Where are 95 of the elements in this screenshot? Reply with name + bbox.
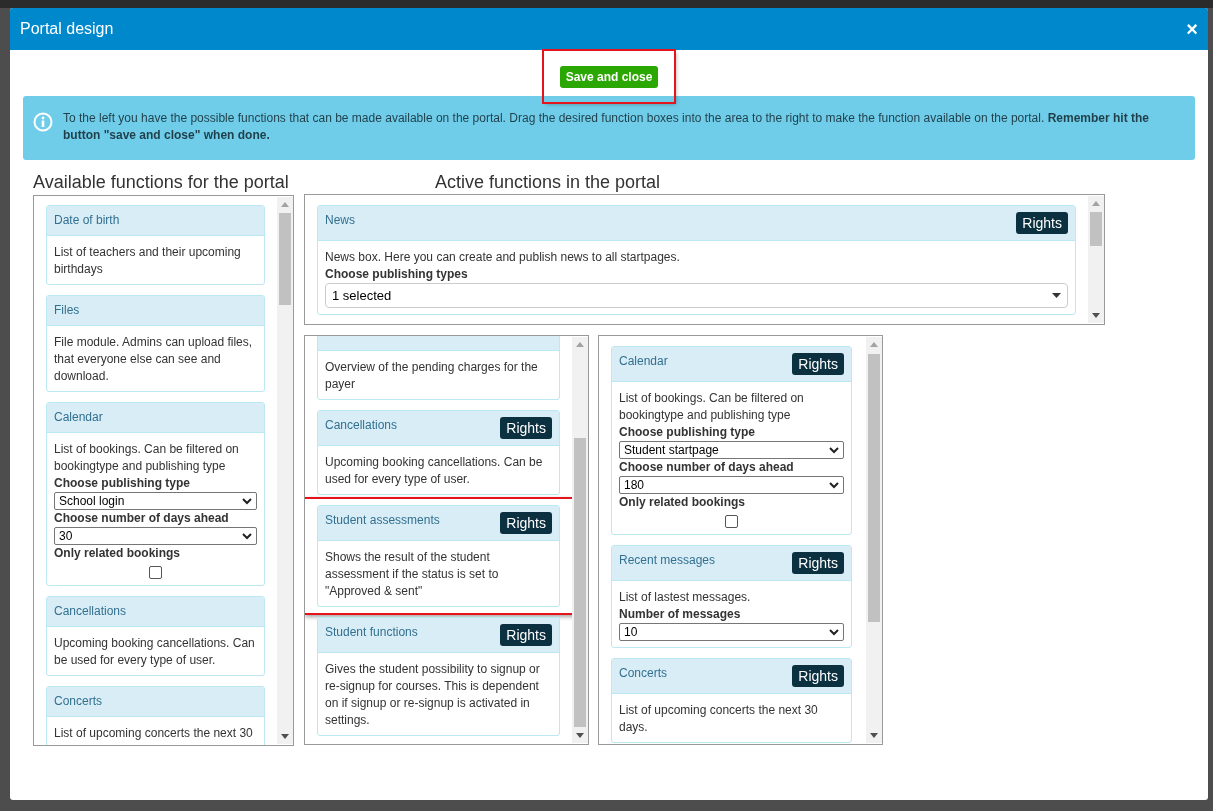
card-title: Student assessments [325,512,440,528]
function-card[interactable]: Files File module. Admins can upload files, that everyone else can see and download. [46,295,265,392]
card-description: Overview of the pending charges for the payer [325,359,539,393]
function-card[interactable]: Student assessments Rights Shows the result of the student assessment if the status is set to "Approved & sent" [317,505,560,607]
checkbox[interactable] [149,566,162,579]
card-description: File module. Admins can upload files, that everyone else can see and download. [54,334,254,385]
card-description: List of upcoming concerts the next 30 [54,725,254,742]
caret-down-icon [1052,293,1061,298]
scroll-down-icon [576,733,584,738]
field-label: Only related bookings [619,494,747,511]
chevron-down-icon [829,481,839,489]
dialog-title: Portal design [20,19,114,39]
scroll-thumb[interactable] [279,213,291,305]
card-title: Calendar [619,353,668,369]
card-description: List of teachers and their upcoming birthdays [54,244,242,278]
rights-button[interactable]: Rights [1016,212,1068,234]
scrollbar[interactable] [572,337,588,743]
scroll-thumb[interactable] [1090,212,1102,246]
function-card[interactable]: Overview of the pending charges for the payer [317,336,560,400]
card-title: Recent messages [619,552,716,568]
info-icon [33,112,53,132]
scroll-up-icon [576,342,584,347]
card-title: Cancellations [54,603,127,619]
dropdown[interactable]: Student startpage [619,441,844,459]
scroll-down-icon [1092,313,1100,318]
rights-button[interactable]: Rights [500,624,552,646]
scrollbar[interactable] [866,337,882,743]
function-card[interactable]: Calendar List of bookings. Can be filtered on bookingtype and publishing type Choose publishing type School login Choose number of days ahead 30 Only related bookings [46,402,265,586]
chevron-down-icon [242,532,252,540]
function-card[interactable]: Concerts Rights List of upcoming concerts the next 30 days. [611,658,852,743]
field-label: Choose number of days ahead [54,510,230,527]
dropdown-value: 180 [624,476,645,494]
function-card[interactable]: Concerts List of upcoming concerts the next 30 [46,686,265,745]
card-description: Upcoming booking cancellations. Can be used for every type of user. [54,635,256,669]
card-title: News [325,212,355,228]
dropdown[interactable]: School login [54,492,257,510]
section-heading: Active functions in the portal [434,171,662,194]
dropdown-value: School login [59,492,125,510]
dropdown[interactable]: 10 [619,623,844,641]
scroll-thumb[interactable] [868,354,880,622]
rights-button[interactable]: Rights [792,665,844,687]
function-card[interactable]: Calendar Rights List of bookings. Can be filtered on bookingtype and publishing type Choose publishing type Student startpage Choose number of days ahead 180 Only related bookings [611,346,852,535]
function-card[interactable]: Student functions Rights Gives the student possibility to signup or re-signup for courses. This is dependent on if signup or re-signup is activated in settings. [317,617,560,736]
dropdown-value: 30 [59,527,73,545]
dropdown[interactable]: 180 [619,476,844,494]
function-card[interactable]: Date of birth List of teachers and their upcoming birthdays [46,205,265,285]
card-title: Files [54,302,80,318]
card-description: Shows the result of the student assessment if the status is set to "Approved & sent" [325,549,500,600]
card-description: List of lastest messages. [619,589,752,606]
field-label: Choose publishing type [619,424,756,441]
close-button[interactable]: × [1186,19,1198,39]
card-description: Upcoming booking cancellations. Can be used for every type of user. [325,454,544,488]
card-title: Calendar [54,409,103,425]
field-label: Number of messages [619,606,742,623]
info-text: To the left you have the possible functions that can be made available on the portal. Drag the desired function boxes into the area to the right to make the function available on the portal. Remember hit the button "save and close" when done. [63,110,1150,144]
multiselect-dropdown[interactable]: 1 selected [325,283,1068,308]
scroll-up-icon [1092,201,1100,206]
scroll-up-icon [281,202,289,207]
chevron-down-icon [242,497,252,505]
scroll-down-icon [870,733,878,738]
dropdown-value: 1 selected [332,287,392,304]
function-card[interactable]: Recent messages Rights List of lastest messages. Number of messages 10 [611,545,852,648]
card-title: Student functions [325,624,418,640]
scrollbar[interactable] [1088,196,1104,323]
rights-button[interactable]: Rights [792,552,844,574]
section-heading: Available functions for the portal [33,171,290,194]
chevron-down-icon [829,446,839,454]
rights-button[interactable]: Rights [792,353,844,375]
scroll-up-icon [870,342,878,347]
dropdown-value: Student startpage [624,441,719,459]
function-card[interactable]: Cancellations Upcoming booking cancellations. Can be used for every type of user. [46,596,265,676]
function-card[interactable]: News Rights News box. Here you can create and publish news to all startpages. Choose publishing types 1 selected [317,205,1076,315]
dropdown-value: 10 [624,623,638,641]
card-description: List of bookings. Can be filtered on bookingtype and publishing type [54,441,240,475]
field-label: Choose publishing type [54,475,191,492]
scroll-down-icon [281,734,289,739]
scrollbar[interactable] [277,197,293,744]
field-label: Choose number of days ahead [619,459,795,476]
card-title: Cancellations [325,417,398,433]
scroll-thumb[interactable] [574,438,586,727]
card-description: List of bookings. Can be filtered on bookingtype and publishing type [619,390,805,424]
card-title: Concerts [619,665,668,681]
card-description: List of upcoming concerts the next 30 days. [619,702,819,736]
function-card[interactable]: Cancellations Rights Upcoming booking cancellations. Can be used for every type of user. [317,410,560,495]
checkbox[interactable] [725,515,738,528]
card-description: News box. Here you can create and publish news to all startpages. [325,249,681,266]
card-description: Gives the student possibility to signup or re-signup for courses. This is dependent on if signup or re-signup is activated in settings. [325,661,541,729]
field-label: Choose publishing types [325,266,469,283]
field-label: Only related bookings [54,545,182,562]
chevron-down-icon [829,628,839,636]
card-title: Concerts [54,693,103,709]
rights-button[interactable]: Rights [500,512,552,534]
card-title: Date of birth [54,212,120,228]
dropdown[interactable]: 30 [54,527,257,545]
rights-button[interactable]: Rights [500,417,552,439]
